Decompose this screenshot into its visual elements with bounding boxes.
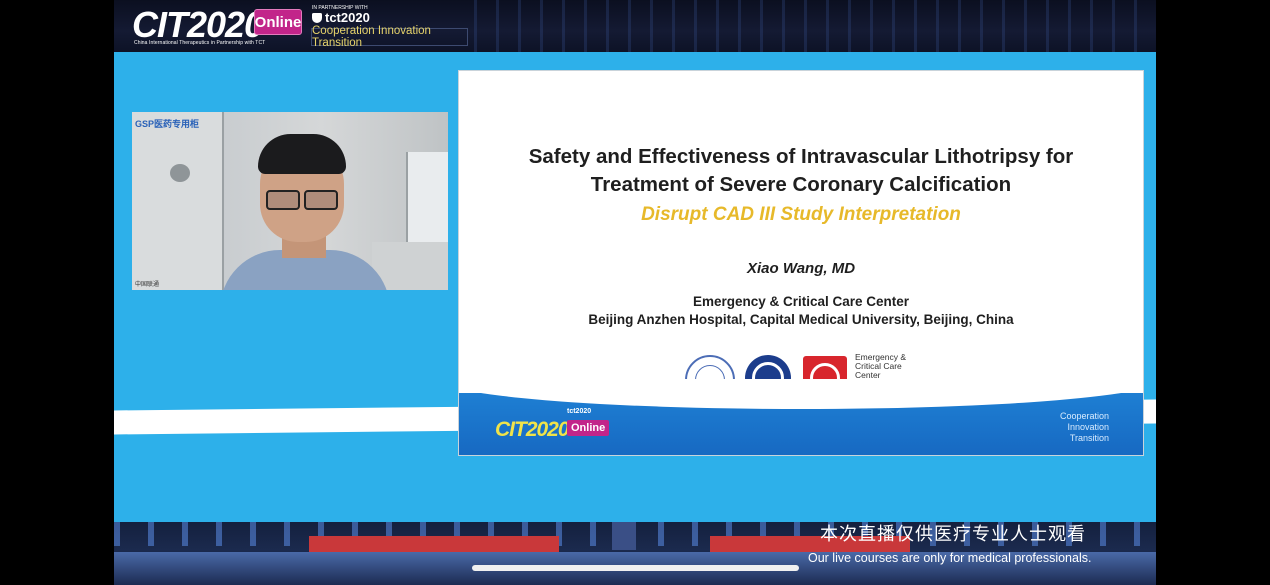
slide-title-line-2: Treatment of Severe Coronary Calcificati… [590,173,1012,196]
cabinet-vent [170,164,190,182]
online-badge: Online [254,9,302,35]
footer-tct-logo: tct2020 [567,408,592,415]
slide-author: Xiao Wang, MD [746,260,856,277]
footer-tagline-2: Innovation [1067,422,1109,432]
ecc-logo-text: Emergency & Critical Care Center [855,353,906,380]
presenter-video: GSP医药专用柜 中国联通 [132,112,448,290]
tct-heart-icon [312,12,322,23]
footer-tagline: Cooperation Innovation Transition [1060,411,1109,444]
presenter-glasses [266,190,338,210]
slide-subtitle: Disrupt CAD III Study Interpretation [641,204,961,225]
footer-tagline-3: Transition [1069,433,1109,443]
slide-title: Safety and Effectiveness of Intravascula… [459,143,1143,199]
footer-online-badge: Online [567,420,610,436]
tct-logo-text: tct2020 [325,10,370,25]
footer-tagline-1: Cooperation [1059,411,1109,421]
banner-stage-lights [474,0,1156,52]
home-indicator-bar[interactable] [472,565,799,571]
footer-cit-logo: CIT2020 [495,418,570,441]
banner-tagline: Cooperation Innovation Transition [311,25,468,49]
stage-table-left [309,536,559,552]
presenter-hair [258,134,346,174]
chinese-caption: 本次直播仅供医疗专业人士观看 [820,524,1086,545]
cabinet-label: GSP医药专用柜 [135,119,200,129]
signal-indicator: 中国联通 [135,282,160,288]
presentation-slide: Safety and Effectiveness of Intravascula… [458,70,1144,456]
live-stream-stage: CIT2020 China International Therapeutics… [114,0,1156,585]
glasses-left-lens [266,190,300,210]
department-line-2: Beijing Anzhen Hospital, Capital Medical… [588,312,1014,327]
department-line-1: Emergency & Critical Care Center [692,294,910,309]
tct-logo: tct2020 [312,10,370,25]
stage-podium [612,522,636,550]
video-window [406,152,448,242]
slide-department: Emergency & Critical Care Center Beijing… [459,293,1143,329]
video-cabinet: GSP医药专用柜 [132,112,224,290]
glasses-right-lens [304,190,338,210]
slide-title-line-1: Safety and Effectiveness of Intravascula… [528,145,1074,168]
english-caption: Our live courses are only for medical pr… [808,551,1092,565]
event-banner: CIT2020 China International Therapeutics… [114,0,1156,52]
cit-subtitle: China International Therapeutics in Part… [134,40,266,46]
